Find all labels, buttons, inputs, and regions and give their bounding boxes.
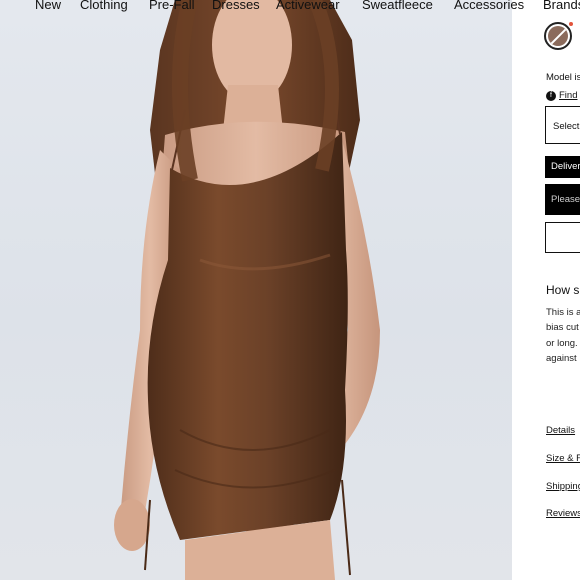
nav-item-dresses[interactable]: Dresses: [212, 0, 260, 13]
reviews-link[interactable]: Reviews: [546, 508, 580, 519]
model-image: [114, 0, 380, 580]
description-line: This is a: [546, 307, 580, 318]
details-link[interactable]: Details: [546, 425, 575, 436]
nav-item-brands[interactable]: Brands: [543, 0, 580, 13]
product-photo: [0, 0, 512, 580]
how-to-style-heading: How s: [546, 283, 580, 297]
top-nav: New Clothing Pre-Fall Dresses Activewear…: [0, 0, 580, 15]
indicator-dot: [569, 22, 573, 26]
description-line: bias cut: [546, 322, 579, 333]
find-size-link[interactable]: f Find: [546, 90, 577, 101]
nav-item-pre-fall[interactable]: Pre-Fall: [149, 0, 195, 13]
nav-item-accessories[interactable]: Accessories: [454, 0, 524, 13]
delivery-option-button[interactable]: Deliver: [545, 156, 580, 178]
size-fit-link[interactable]: Size & F: [546, 453, 580, 464]
description-line: or long.: [546, 338, 578, 349]
color-swatch-icon[interactable]: [544, 22, 572, 50]
nav-item-activewear[interactable]: Activewear: [276, 0, 340, 13]
model-info-text: Model is: [546, 72, 580, 83]
size-select[interactable]: Select: [545, 106, 580, 144]
nav-item-clothing[interactable]: Clothing: [80, 0, 128, 13]
find-size-label: Find: [559, 90, 578, 101]
nav-item-sweatfleece[interactable]: Sweatfleece: [362, 0, 433, 13]
wishlist-button[interactable]: [545, 222, 580, 253]
product-info-panel: Model is f Find Select Deliver Please Ho…: [512, 0, 580, 580]
nav-item-new[interactable]: New: [35, 0, 61, 13]
description-line: against: [546, 353, 577, 364]
shipping-link[interactable]: Shipping: [546, 481, 580, 492]
add-to-bag-button[interactable]: Please: [545, 184, 580, 215]
f-badge-icon: f: [546, 90, 556, 101]
